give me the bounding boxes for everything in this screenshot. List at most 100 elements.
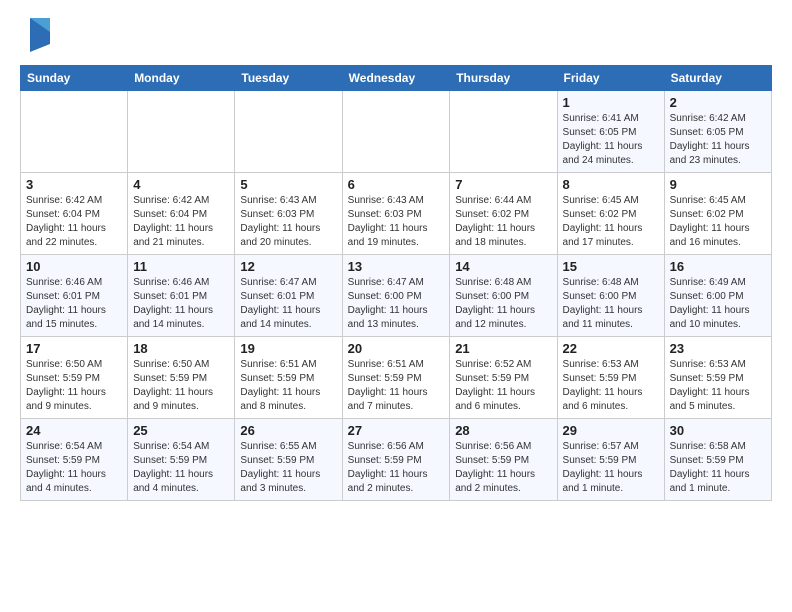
calendar-cell: 3Sunrise: 6:42 AM Sunset: 6:04 PM Daylig…: [21, 173, 128, 255]
calendar-week-2: 3 Sunrise: 6:42 AM Sunset: 6:04 PM Daylig…: [21, 173, 772, 255]
page-header: [20, 10, 772, 57]
day-number: 12: [240, 259, 336, 274]
day-number: 17: [26, 341, 122, 356]
logo: [20, 16, 54, 57]
calendar-cell: 4 Sunrise: 6:42 AM Sunset: 6:04 PM Daylig…: [128, 173, 235, 255]
day-header-tuesday: Tuesday: [235, 66, 342, 91]
day-number: 3: [26, 177, 122, 192]
calendar-cell: 21 Sunrise: 6:52 AM Sunset: 5:59 PM Dayli…: [450, 337, 557, 419]
calendar-week-5: 24 Sunrise: 6:54 AM Sunset: 5:59 PM Dayli…: [21, 419, 772, 501]
day-number: 25: [133, 423, 229, 438]
calendar-cell: 5 Sunrise: 6:43 AM Sunset: 6:03 PM Daylig…: [235, 173, 342, 255]
day-info: Sunrise: 6:55 AM Sunset: 5:59 PM Dayligh…: [240, 440, 336, 496]
calendar-cell: 2 Sunrise: 6:42 AM Sunset: 6:05 PM Daylig…: [664, 91, 771, 173]
calendar-cell: 13 Sunrise: 6:47 AM Sunset: 6:00 PM Dayli…: [342, 255, 450, 337]
day-number: 13: [348, 259, 445, 274]
day-info: Sunrise: 6:52 AM Sunset: 5:59 PM Dayligh…: [455, 358, 551, 414]
calendar-cell: 27 Sunrise: 6:56 AM Sunset: 5:59 PM Dayli…: [342, 419, 450, 501]
day-number: 21: [455, 341, 551, 356]
day-info: Sunrise: 6:44 AM Sunset: 6:02 PM Dayligh…: [455, 194, 551, 250]
day-info: Sunrise: 6:54 AM Sunset: 5:59 PM Dayligh…: [133, 440, 229, 496]
calendar-week-3: 10Sunrise: 6:46 AM Sunset: 6:01 PM Dayli…: [21, 255, 772, 337]
calendar-cell: 30 Sunrise: 6:58 AM Sunset: 5:59 PM Dayli…: [664, 419, 771, 501]
day-number: 11: [133, 259, 229, 274]
day-info: Sunrise: 6:45 AM Sunset: 6:02 PM Dayligh…: [670, 194, 766, 250]
day-info: Sunrise: 6:56 AM Sunset: 5:59 PM Dayligh…: [348, 440, 445, 496]
day-info: Sunrise: 6:51 AM Sunset: 5:59 PM Dayligh…: [348, 358, 445, 414]
day-header-wednesday: Wednesday: [342, 66, 450, 91]
calendar-cell: 14 Sunrise: 6:48 AM Sunset: 6:00 PM Dayli…: [450, 255, 557, 337]
day-number: 26: [240, 423, 336, 438]
calendar-cell: [342, 91, 450, 173]
calendar-cell: 10Sunrise: 6:46 AM Sunset: 6:01 PM Dayli…: [21, 255, 128, 337]
day-number: 2: [670, 95, 766, 110]
day-header-friday: Friday: [557, 66, 664, 91]
calendar-cell: 18 Sunrise: 6:50 AM Sunset: 5:59 PM Dayli…: [128, 337, 235, 419]
day-info: Sunrise: 6:51 AM Sunset: 5:59 PM Dayligh…: [240, 358, 336, 414]
day-info: Sunrise: 6:53 AM Sunset: 5:59 PM Dayligh…: [670, 358, 766, 414]
day-info: Sunrise: 6:42 AM Sunset: 6:05 PM Dayligh…: [670, 112, 766, 168]
day-number: 4: [133, 177, 229, 192]
calendar-cell: 25 Sunrise: 6:54 AM Sunset: 5:59 PM Dayli…: [128, 419, 235, 501]
calendar-cell: [450, 91, 557, 173]
calendar-cell: 16 Sunrise: 6:49 AM Sunset: 6:00 PM Dayli…: [664, 255, 771, 337]
day-number: 6: [348, 177, 445, 192]
calendar-cell: 9 Sunrise: 6:45 AM Sunset: 6:02 PM Daylig…: [664, 173, 771, 255]
day-number: 23: [670, 341, 766, 356]
day-number: 22: [563, 341, 659, 356]
calendar-cell: 6 Sunrise: 6:43 AM Sunset: 6:03 PM Daylig…: [342, 173, 450, 255]
logo-icon: [22, 16, 54, 57]
day-info: Sunrise: 6:47 AM Sunset: 6:01 PM Dayligh…: [240, 276, 336, 332]
day-info: Sunrise: 6:46 AM Sunset: 6:01 PM Dayligh…: [133, 276, 229, 332]
day-info: Sunrise: 6:42 AM Sunset: 6:04 PM Dayligh…: [133, 194, 229, 250]
day-info: Sunrise: 6:50 AM Sunset: 5:59 PM Dayligh…: [26, 358, 122, 414]
calendar-cell: 28 Sunrise: 6:56 AM Sunset: 5:59 PM Dayli…: [450, 419, 557, 501]
day-number: 30: [670, 423, 766, 438]
day-number: 5: [240, 177, 336, 192]
day-info: Sunrise: 6:43 AM Sunset: 6:03 PM Dayligh…: [348, 194, 445, 250]
day-info: Sunrise: 6:45 AM Sunset: 6:02 PM Dayligh…: [563, 194, 659, 250]
calendar-cell: 29Sunrise: 6:57 AM Sunset: 5:59 PM Dayli…: [557, 419, 664, 501]
calendar-cell: 22 Sunrise: 6:53 AM Sunset: 5:59 PM Dayli…: [557, 337, 664, 419]
day-number: 9: [670, 177, 766, 192]
day-info: Sunrise: 6:58 AM Sunset: 5:59 PM Dayligh…: [670, 440, 766, 496]
day-info: Sunrise: 6:47 AM Sunset: 6:00 PM Dayligh…: [348, 276, 445, 332]
calendar-header-row: SundayMondayTuesdayWednesdayThursdayFrid…: [21, 66, 772, 91]
day-info: Sunrise: 6:41 AM Sunset: 6:05 PM Dayligh…: [563, 112, 659, 168]
calendar-cell: 26 Sunrise: 6:55 AM Sunset: 5:59 PM Dayli…: [235, 419, 342, 501]
day-number: 27: [348, 423, 445, 438]
day-number: 15: [563, 259, 659, 274]
calendar-cell: 12 Sunrise: 6:47 AM Sunset: 6:01 PM Dayli…: [235, 255, 342, 337]
day-header-saturday: Saturday: [664, 66, 771, 91]
calendar-cell: 11 Sunrise: 6:46 AM Sunset: 6:01 PM Dayli…: [128, 255, 235, 337]
day-info: Sunrise: 6:53 AM Sunset: 5:59 PM Dayligh…: [563, 358, 659, 414]
day-info: Sunrise: 6:43 AM Sunset: 6:03 PM Dayligh…: [240, 194, 336, 250]
calendar-week-4: 17 Sunrise: 6:50 AM Sunset: 5:59 PM Dayli…: [21, 337, 772, 419]
calendar-week-1: 1 Sunrise: 6:41 AM Sunset: 6:05 PM Daylig…: [21, 91, 772, 173]
day-info: Sunrise: 6:56 AM Sunset: 5:59 PM Dayligh…: [455, 440, 551, 496]
calendar-cell: 24Sunrise: 6:54 AM Sunset: 5:59 PM Dayli…: [21, 419, 128, 501]
calendar-cell: 19Sunrise: 6:51 AM Sunset: 5:59 PM Dayli…: [235, 337, 342, 419]
day-number: 14: [455, 259, 551, 274]
day-number: 28: [455, 423, 551, 438]
day-info: Sunrise: 6:49 AM Sunset: 6:00 PM Dayligh…: [670, 276, 766, 332]
calendar-cell: 17 Sunrise: 6:50 AM Sunset: 5:59 PM Dayli…: [21, 337, 128, 419]
day-number: 7: [455, 177, 551, 192]
day-number: 1: [563, 95, 659, 110]
calendar-cell: 20 Sunrise: 6:51 AM Sunset: 5:59 PM Dayli…: [342, 337, 450, 419]
day-header-monday: Monday: [128, 66, 235, 91]
day-number: 8: [563, 177, 659, 192]
day-number: 16: [670, 259, 766, 274]
day-info: Sunrise: 6:48 AM Sunset: 6:00 PM Dayligh…: [563, 276, 659, 332]
day-number: 20: [348, 341, 445, 356]
day-header-sunday: Sunday: [21, 66, 128, 91]
day-header-thursday: Thursday: [450, 66, 557, 91]
calendar-cell: 23 Sunrise: 6:53 AM Sunset: 5:59 PM Dayli…: [664, 337, 771, 419]
day-number: 18: [133, 341, 229, 356]
day-info: Sunrise: 6:50 AM Sunset: 5:59 PM Dayligh…: [133, 358, 229, 414]
day-number: 24: [26, 423, 122, 438]
day-number: 29: [563, 423, 659, 438]
calendar-cell: [21, 91, 128, 173]
day-info: Sunrise: 6:48 AM Sunset: 6:00 PM Dayligh…: [455, 276, 551, 332]
calendar-cell: 8 Sunrise: 6:45 AM Sunset: 6:02 PM Daylig…: [557, 173, 664, 255]
